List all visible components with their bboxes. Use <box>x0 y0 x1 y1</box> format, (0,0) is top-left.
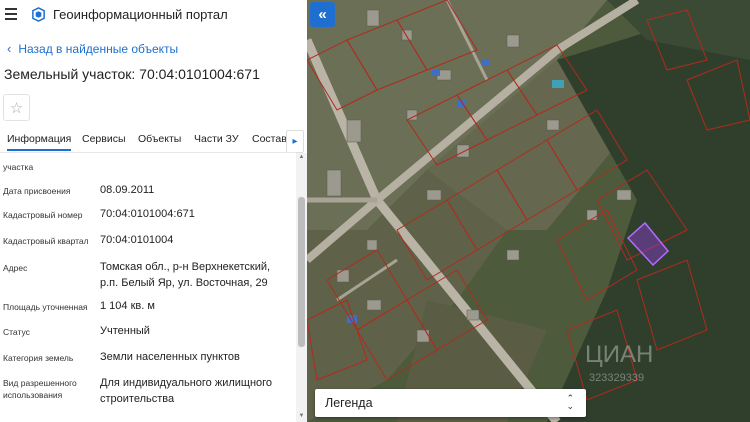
portal-logo-icon <box>32 7 45 22</box>
chevron-right-icon[interactable]: ▸ <box>286 130 304 153</box>
property-label: Кадастровый квартал <box>3 236 89 246</box>
legend-select[interactable]: Легенда ⌃ ⌄ <box>315 389 586 417</box>
tab-bar: Информация Сервисы Объекты Части ЗУ Сост… <box>0 128 307 152</box>
scroll-up-icon[interactable]: ▲ <box>298 154 305 160</box>
property-label: Площадь уточненная <box>3 302 88 312</box>
property-label: Дата присвоения <box>3 186 71 196</box>
property-value: Земли населенных пунктов <box>100 351 240 363</box>
property-value: 70:04:0101004:671 <box>100 208 195 220</box>
tab-composition[interactable]: Состав <box>252 133 287 145</box>
double-chevron-left-icon[interactable]: « <box>310 2 335 27</box>
property-label: участка <box>3 162 34 172</box>
map-watermark: ЦИАН <box>585 341 653 368</box>
property-label: Вид разрешенного использования <box>3 378 77 400</box>
updown-arrows-icon: ⌃ ⌄ <box>566 393 574 411</box>
property-label: Статус <box>3 327 30 337</box>
property-value: 70:04:0101004 <box>100 234 174 246</box>
tab-parts[interactable]: Части ЗУ <box>194 133 239 145</box>
back-link[interactable]: ‹ Назад в найденные объекты <box>7 41 178 56</box>
object-title: Земельный участок: 70:04:0101004:671 <box>4 66 260 82</box>
property-value: 08.09.2011 <box>100 184 155 196</box>
property-label: Кадастровый номер <box>3 210 83 220</box>
map-view[interactable]: ЦИАН 323329339 <box>307 0 750 422</box>
property-value: 1 104 кв. м <box>100 300 155 312</box>
scroll-down-icon[interactable]: ▼ <box>298 413 305 419</box>
tab-services[interactable]: Сервисы <box>82 133 126 145</box>
hamburger-icon[interactable] <box>5 8 17 20</box>
legend-label: Легенда <box>325 396 373 410</box>
tab-objects[interactable]: Объекты <box>138 133 181 145</box>
tab-info[interactable]: Информация <box>7 133 72 151</box>
info-panel: Геоинформационный портал ‹ Назад в найде… <box>0 0 307 422</box>
property-label: Категория земель <box>3 353 74 363</box>
app-title: Геоинформационный портал <box>53 7 228 22</box>
scrollbar-thumb[interactable] <box>298 197 305 347</box>
star-icon[interactable]: ☆ <box>3 94 30 121</box>
top-bar: Геоинформационный портал <box>0 0 307 30</box>
property-label: Адрес <box>3 263 28 273</box>
chevron-left-icon: ‹ <box>7 41 12 56</box>
property-value: Томская обл., р-н Верхнекетский, р.п. Бе… <box>100 261 271 289</box>
scrollbar[interactable]: ▲ ▼ <box>296 153 307 422</box>
property-value: Учтенный <box>100 325 150 337</box>
property-value: Для индивидуального жилищного строительс… <box>100 377 273 405</box>
map-watermark-sub: 323329339 <box>589 372 644 384</box>
property-list: участка Дата присвоения 08.09.2011 Кадас… <box>0 153 296 422</box>
back-link-label: Назад в найденные объекты <box>18 41 179 56</box>
satellite-map[interactable]: ЦИАН 323329339 <box>307 0 750 422</box>
